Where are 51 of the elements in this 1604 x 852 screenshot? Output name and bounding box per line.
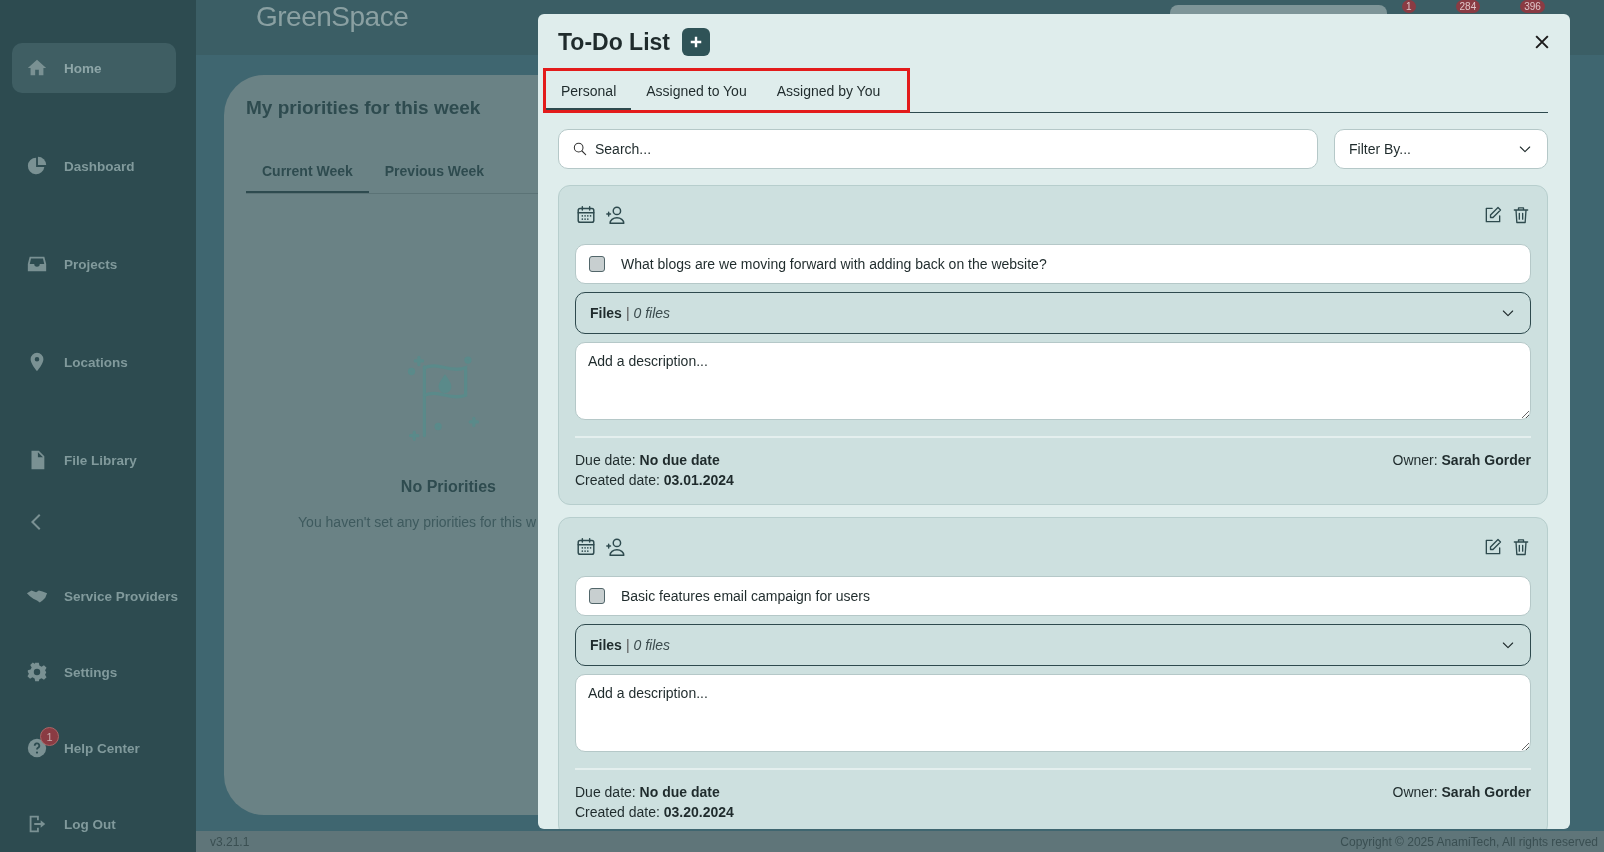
nav-item[interactable]: Log Out [12, 799, 190, 849]
add-person-icon[interactable] [605, 536, 627, 558]
nav-item[interactable]: File Library [12, 435, 190, 485]
help-icon [26, 737, 48, 759]
settings-icon [26, 661, 48, 683]
nav-item[interactable]: Projects [12, 239, 190, 289]
description-field[interactable]: Add a description... [575, 674, 1531, 752]
tab[interactable]: Personal [546, 71, 632, 110]
owner-text: Owner: Sarah Gorder [1392, 783, 1531, 802]
notification-badge: 1 [1402, 0, 1416, 13]
filter-dropdown[interactable]: Filter By... [1334, 129, 1548, 169]
calendar-icon[interactable] [575, 536, 597, 558]
nav-item[interactable]: Locations [12, 337, 190, 387]
files-dropdown[interactable]: Files | 0 files [575, 624, 1531, 666]
delete-icon[interactable] [1511, 537, 1531, 557]
dialog-title: To-Do List [558, 28, 670, 56]
files-dropdown[interactable]: Files | 0 files [575, 292, 1531, 334]
nav-item[interactable]: Home [12, 43, 176, 93]
edit-icon[interactable] [1483, 537, 1503, 557]
nav-item[interactable]: Service Providers [12, 571, 190, 621]
nav-item[interactable]: Dashboard [12, 141, 190, 191]
calendar-icon[interactable] [575, 204, 597, 226]
week-tab[interactable]: Previous Week [368, 151, 501, 193]
notification-badge: 1 [40, 727, 59, 746]
search-icon [572, 141, 588, 157]
created-date-text: Created date: 03.20.2024 [575, 803, 734, 822]
task-title-field[interactable]: Basic features email campaign for users [575, 576, 1531, 616]
tab[interactable]: Assigned by You [761, 71, 896, 110]
edit-icon[interactable] [1483, 205, 1503, 225]
nav-item[interactable]: Settings [12, 647, 190, 697]
created-date-text: Created date: 03.01.2024 [575, 471, 734, 490]
tab[interactable]: Assigned to You [631, 71, 762, 110]
add-button[interactable] [682, 28, 710, 56]
pie-chart-icon [26, 155, 48, 177]
empty-state-title: No Priorities [400, 478, 496, 496]
due-date-text: Due date: No due date [575, 451, 721, 470]
logo: GreenSpace [256, 0, 409, 33]
delete-icon[interactable] [1511, 205, 1531, 225]
notification-badge: 284 [1455, 0, 1481, 13]
search-field[interactable]: Search... [558, 129, 1318, 169]
owner-text: Owner: Sarah Gorder [1392, 451, 1531, 470]
description-field[interactable]: Add a description... [575, 342, 1531, 420]
notification-badge: 396 [1520, 0, 1545, 13]
checkbox[interactable] [589, 588, 605, 604]
week-tab[interactable]: Current Week [246, 151, 369, 193]
task-title-field[interactable]: What blogs are we moving forward with adding back on the website? [575, 244, 1531, 284]
due-date-text: Due date: No due date [575, 783, 721, 802]
section-title: My priorities for this week [246, 97, 482, 119]
nav-item[interactable]: 1 Help Center [12, 723, 190, 773]
add-person-icon[interactable] [605, 204, 627, 226]
checkbox[interactable] [589, 256, 605, 272]
